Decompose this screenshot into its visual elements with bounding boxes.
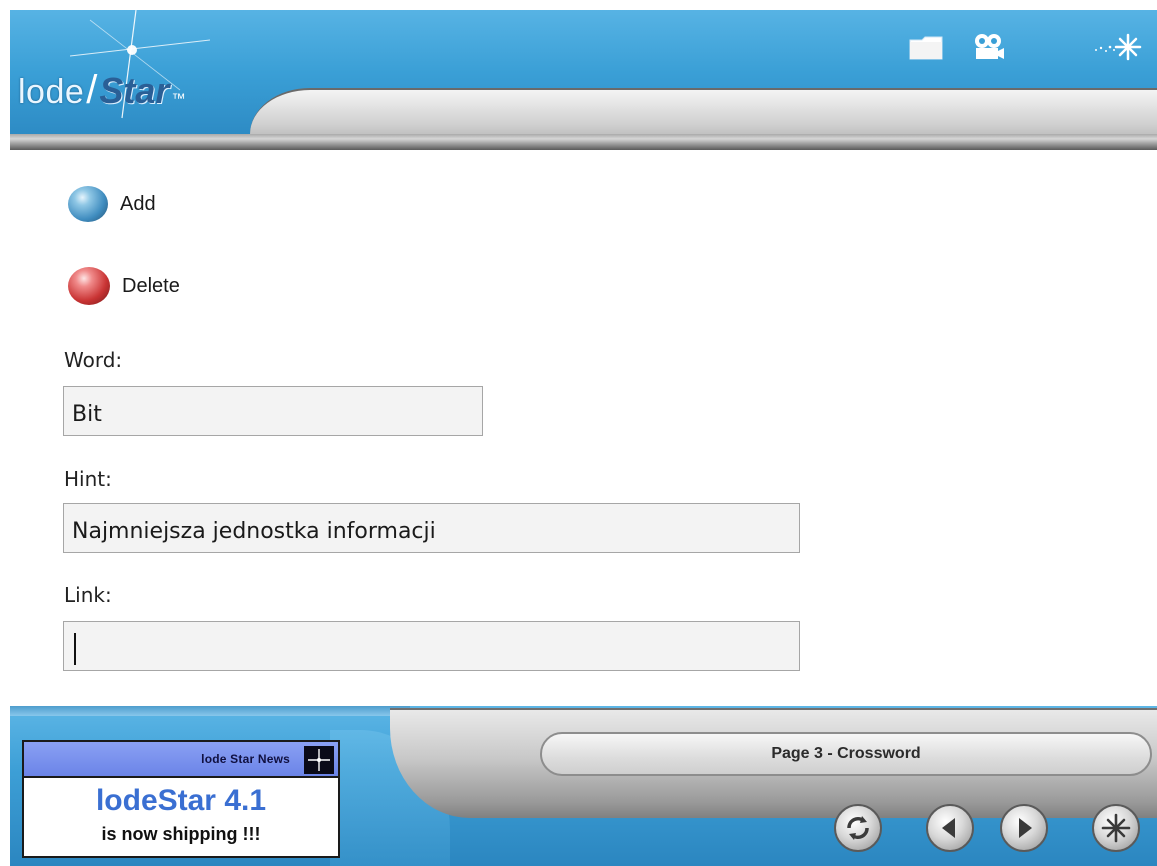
home-star-icon[interactable] — [1094, 806, 1138, 850]
header-bottom-strip — [10, 134, 1157, 150]
lodestar-logo: lode / Star ™ — [18, 68, 185, 118]
next-page-button[interactable] — [1000, 804, 1048, 852]
add-button-label[interactable]: Add — [120, 193, 156, 216]
sparkle-star-icon[interactable] — [1092, 32, 1144, 62]
news-banner-bar: lode Star News — [24, 742, 338, 778]
logo-lode-text: lode — [18, 73, 85, 111]
refresh-button[interactable] — [834, 804, 882, 852]
next-icon[interactable] — [1002, 806, 1046, 850]
word-label: Word: — [64, 348, 123, 372]
page-title-pill: Page 3 - Crossword — [540, 732, 1152, 776]
page-title: Page 3 - Crossword — [771, 745, 921, 762]
add-button-icon[interactable] — [68, 186, 108, 222]
news-title: lodeStar 4.1 — [95, 784, 267, 817]
logo-slash-text: / — [86, 68, 98, 112]
previous-page-button[interactable] — [926, 804, 974, 852]
previous-icon[interactable] — [928, 806, 972, 850]
delete-button-icon[interactable] — [68, 267, 110, 305]
header-bar: lode / Star ™ — [10, 10, 1157, 150]
word-field[interactable]: Bit — [63, 386, 483, 436]
link-field[interactable] — [63, 621, 800, 671]
news-subtitle: is now shipping !!! — [101, 824, 261, 844]
refresh-icon[interactable] — [836, 806, 880, 850]
logo-trademark-text: ™ — [171, 90, 186, 106]
home-button[interactable] — [1092, 804, 1140, 852]
folder-icon[interactable] — [908, 32, 944, 62]
news-banner-bar-label: lode Star News — [201, 752, 290, 766]
logo-star-text: Star — [99, 70, 170, 111]
footer-top-highlight — [10, 706, 410, 716]
hint-field[interactable]: Najmniejsza jednostka informacji — [63, 503, 800, 553]
link-label: Link: — [64, 583, 112, 607]
camera-icon[interactable] — [970, 32, 1006, 62]
footer-bar: Page 3 - Crossword lode Star News lodeSt… — [10, 706, 1157, 866]
text-caret — [74, 633, 76, 665]
word-field-value[interactable]: Bit — [72, 402, 102, 427]
news-star-icon — [304, 746, 334, 774]
news-banner[interactable]: lode Star News lodeStar 4.1 is now shipp… — [22, 740, 340, 858]
hint-label: Hint: — [64, 467, 112, 491]
delete-button[interactable]: Delete — [68, 267, 180, 305]
hint-field-value[interactable]: Najmniejsza jednostka informacji — [72, 519, 436, 544]
delete-button-label[interactable]: Delete — [122, 275, 180, 298]
add-button[interactable]: Add — [68, 186, 156, 222]
